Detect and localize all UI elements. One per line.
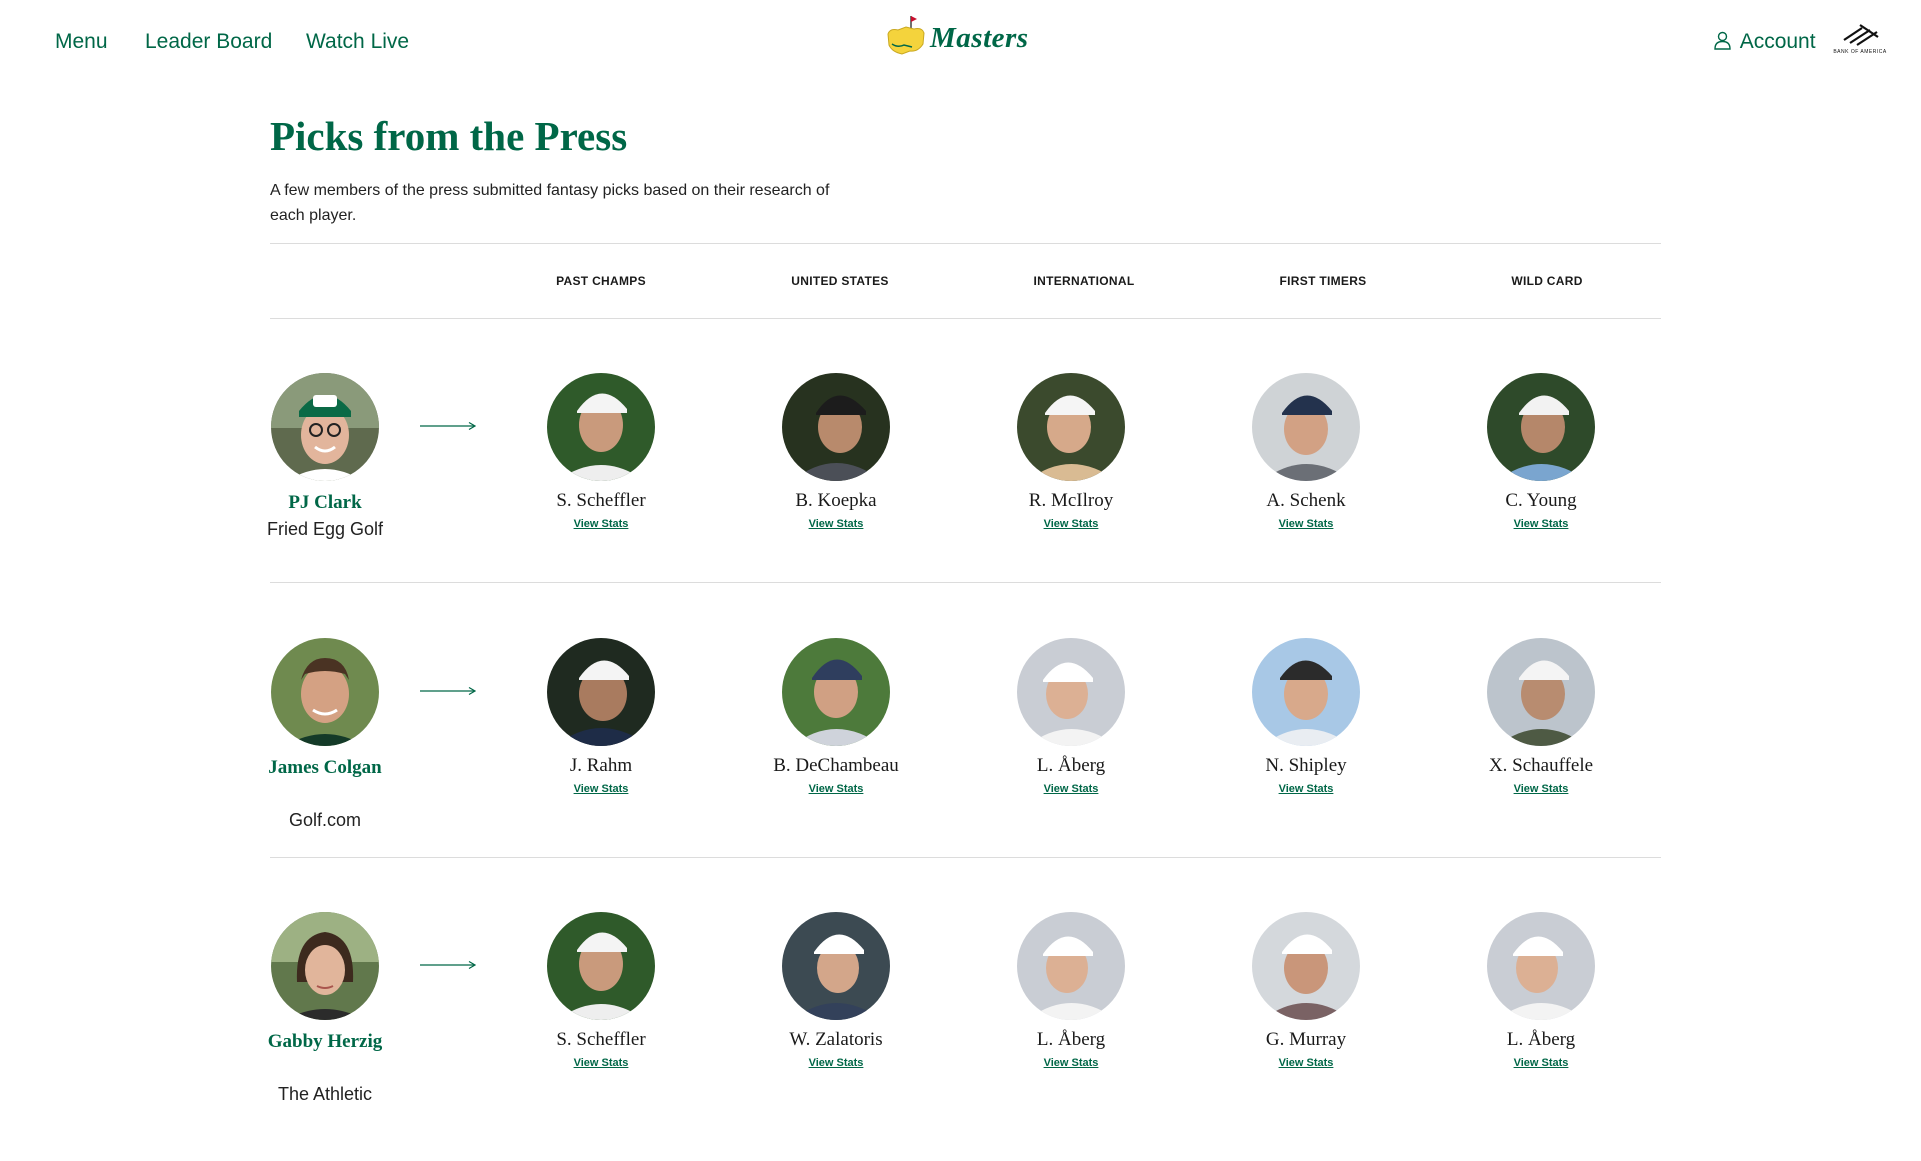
player-photo <box>1487 638 1595 746</box>
press-avatar <box>271 638 379 746</box>
player-photo <box>1017 373 1125 481</box>
divider <box>270 582 1661 583</box>
player-photo <box>1252 373 1360 481</box>
view-stats-link[interactable]: View Stats <box>501 783 701 795</box>
press-outlet: The Athletic <box>277 1084 373 1104</box>
view-stats-link[interactable]: View Stats <box>1206 783 1406 795</box>
player-name: X. Schauffele <box>1488 755 1594 776</box>
player-name: S. Scheffler <box>556 1029 646 1050</box>
player-name: B. Koepka <box>795 490 877 511</box>
account-button[interactable]: Account <box>1714 30 1816 54</box>
player-photo <box>1252 912 1360 1020</box>
player-name: N. Shipley <box>1265 755 1347 776</box>
view-stats-link[interactable]: View Stats <box>736 518 936 530</box>
nav-leader-board[interactable]: Leader Board <box>145 30 272 54</box>
player-photo <box>1487 373 1595 481</box>
press-name: James Colgan <box>268 757 382 778</box>
view-stats-link[interactable]: View Stats <box>736 783 936 795</box>
page-description: A few members of the press submitted fan… <box>270 182 830 224</box>
player-name: A. Schenk <box>1266 490 1346 511</box>
view-stats-link[interactable]: View Stats <box>736 1057 936 1069</box>
arrow-right-icon <box>420 960 476 970</box>
player-name: L. Åberg <box>1036 1029 1106 1050</box>
press-name: PJ Clark <box>288 492 362 513</box>
player-name: R. McIlroy <box>1028 490 1114 511</box>
view-stats-link[interactable]: View Stats <box>1206 1057 1406 1069</box>
column-header-united-states: UNITED STATES <box>791 274 889 288</box>
divider <box>270 243 1661 244</box>
user-icon <box>1714 31 1731 50</box>
player-photo <box>547 638 655 746</box>
view-stats-link[interactable]: View Stats <box>501 1057 701 1069</box>
player-photo <box>782 912 890 1020</box>
press-outlet: Fried Egg Golf <box>266 519 384 539</box>
view-stats-link[interactable]: View Stats <box>1441 1057 1641 1069</box>
player-name: L. Åberg <box>1506 1029 1576 1050</box>
sponsor-text: BANK OF AMERICA <box>1833 49 1887 55</box>
logo-wordmark: Masters <box>930 22 1029 54</box>
account-label: Account <box>1739 30 1816 53</box>
column-header-international: INTERNATIONAL <box>1033 274 1135 288</box>
arrow-right-icon <box>420 686 476 696</box>
bank-of-america-flag-icon <box>1843 24 1879 46</box>
player-name: C. Young <box>1505 490 1577 511</box>
column-header-first-timers: FIRST TIMERS <box>1279 274 1367 288</box>
view-stats-link[interactable]: View Stats <box>1206 518 1406 530</box>
player-name: L. Åberg <box>1036 755 1106 776</box>
player-photo <box>1017 638 1125 746</box>
player-photo <box>782 373 890 481</box>
player-name: J. Rahm <box>569 755 633 776</box>
nav-menu[interactable]: Menu <box>55 30 108 54</box>
view-stats-link[interactable]: View Stats <box>501 518 701 530</box>
press-avatar <box>271 912 379 1020</box>
player-name: S. Scheffler <box>556 490 646 511</box>
view-stats-link[interactable]: View Stats <box>971 518 1171 530</box>
player-name: G. Murray <box>1265 1029 1347 1050</box>
view-stats-link[interactable]: View Stats <box>1441 783 1641 795</box>
player-photo <box>1487 912 1595 1020</box>
player-name: W. Zalatoris <box>789 1029 883 1050</box>
player-photo <box>782 638 890 746</box>
nav-watch-live[interactable]: Watch Live <box>306 30 409 54</box>
divider <box>270 857 1661 858</box>
press-avatar <box>271 373 379 481</box>
column-header-past-champs: PAST CHAMPS <box>556 274 646 288</box>
player-photo <box>547 912 655 1020</box>
player-photo <box>1017 912 1125 1020</box>
arrow-right-icon <box>420 421 476 431</box>
view-stats-link[interactable]: View Stats <box>971 1057 1171 1069</box>
player-photo <box>1252 638 1360 746</box>
press-name: Gabby Herzig <box>267 1031 383 1052</box>
press-outlet: Golf.com <box>288 810 362 830</box>
column-header-wild-card: WILD CARD <box>1511 274 1583 288</box>
view-stats-link[interactable]: View Stats <box>1441 518 1641 530</box>
player-photo <box>547 373 655 481</box>
view-stats-link[interactable]: View Stats <box>971 783 1171 795</box>
player-name: B. DeChambeau <box>773 755 899 776</box>
augusta-map-logo-icon <box>887 16 925 55</box>
page-title: Picks from the Press <box>270 113 628 159</box>
divider <box>270 318 1661 319</box>
bank-of-america-logo[interactable]: BANK OF AMERICA <box>1830 22 1890 62</box>
